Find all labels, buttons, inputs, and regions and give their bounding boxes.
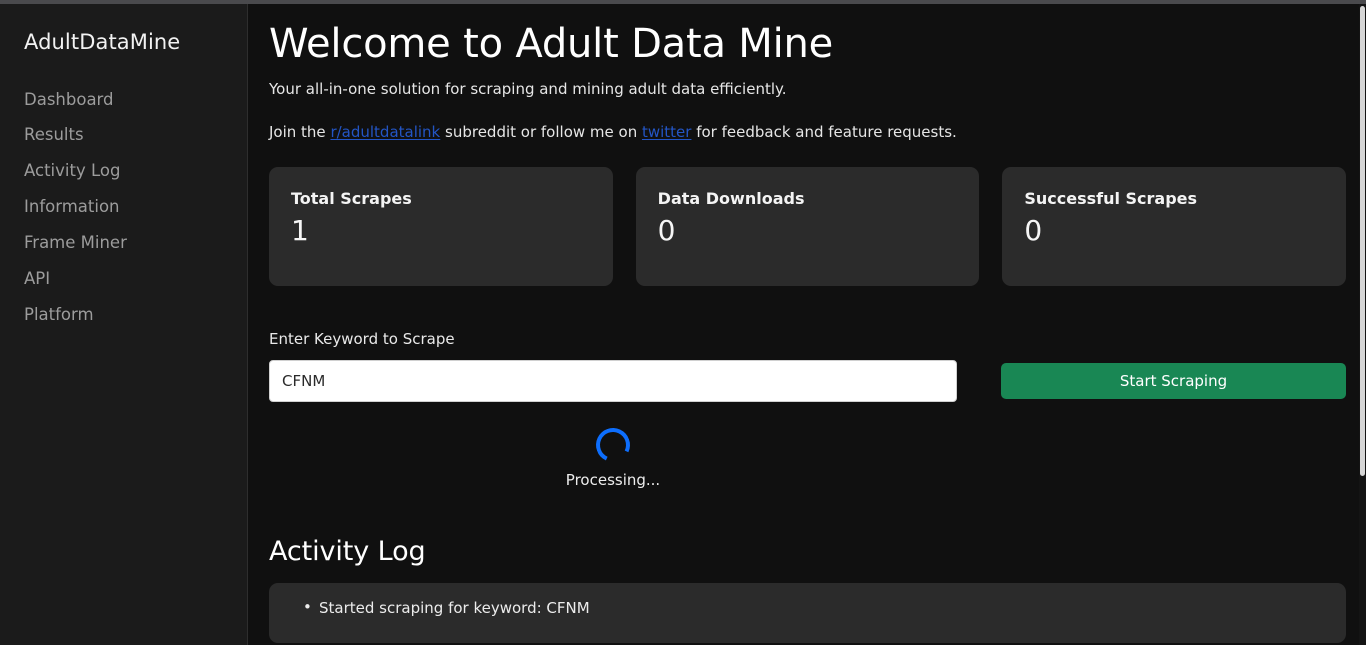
keyword-label: Enter Keyword to Scrape	[269, 330, 455, 349]
twitter-link[interactable]: twitter	[642, 123, 691, 141]
stat-card-successful-scrapes: Successful Scrapes 0	[1002, 167, 1347, 287]
list-item: Started scraping for keyword: CFNM	[289, 597, 1326, 619]
stat-label: Successful Scrapes	[1024, 189, 1198, 209]
sidebar-item-results[interactable]: Results	[24, 118, 247, 154]
loading-spinner-icon	[591, 423, 635, 467]
sidebar-item-frame-miner[interactable]: Frame Miner	[24, 226, 247, 262]
window-top-bar	[0, 0, 1366, 4]
page-scrollbar[interactable]	[1359, 4, 1366, 645]
stat-value: 1	[291, 214, 309, 248]
sidebar-item-platform[interactable]: Platform	[24, 298, 247, 334]
stat-label: Total Scrapes	[291, 189, 412, 209]
stat-value: 0	[657, 214, 676, 248]
sidebar-item-activity-log[interactable]: Activity Log	[24, 154, 247, 190]
activity-log-list: Started scraping for keyword: CFNM	[289, 597, 1326, 619]
keyword-input[interactable]	[269, 359, 957, 402]
page-title: Welcome to Adult Data Mine	[269, 21, 834, 67]
start-button-group: Start Scraping	[1001, 362, 1346, 402]
activity-log-panel: Started scraping for keyword: CFNM	[269, 582, 1346, 643]
join-suffix-text: for feedback and feature requests.	[691, 122, 957, 141]
processing-status: Processing...	[269, 423, 957, 489]
app-root: AdultDataMine Dashboard Results Activity…	[0, 0, 1366, 645]
scrape-form: Enter Keyword to Scrape Start Scraping	[269, 330, 1346, 402]
join-middle-text: subreddit or follow me on	[440, 122, 642, 141]
community-line: Join the r/adultdatalink subreddit or fo…	[269, 122, 1346, 144]
main-content: Welcome to Adult Data Mine Your all-in-o…	[248, 4, 1366, 645]
processing-label: Processing...	[565, 470, 661, 489]
activity-log-section: Activity Log Started scraping for keywor…	[269, 536, 1346, 643]
activity-log-title: Activity Log	[269, 535, 426, 567]
sidebar-item-api[interactable]: API	[24, 262, 247, 298]
subreddit-link[interactable]: r/adultdatalink	[330, 123, 440, 141]
page-subtitle: Your all-in-one solution for scraping an…	[269, 79, 787, 98]
sidebar-item-information[interactable]: Information	[24, 190, 247, 226]
app-brand: AdultDataMine	[24, 30, 181, 54]
stat-card-total-scrapes: Total Scrapes 1	[269, 167, 613, 287]
keyword-field-group: Enter Keyword to Scrape	[269, 330, 957, 402]
sidebar-nav: Dashboard Results Activity Log Informati…	[24, 82, 247, 334]
stat-value: 0	[1024, 214, 1043, 248]
sidebar-item-dashboard[interactable]: Dashboard	[24, 82, 247, 118]
stat-card-data-downloads: Data Downloads 0	[635, 167, 980, 287]
stat-label: Data Downloads	[657, 189, 805, 209]
stats-row: Total Scrapes 1 Data Downloads 0 Success…	[269, 167, 1347, 287]
sidebar: AdultDataMine Dashboard Results Activity…	[0, 4, 248, 645]
page-scrollbar-thumb[interactable]	[1360, 6, 1365, 476]
join-prefix-text: Join the	[269, 122, 331, 141]
start-scraping-button[interactable]: Start Scraping	[1001, 362, 1346, 399]
